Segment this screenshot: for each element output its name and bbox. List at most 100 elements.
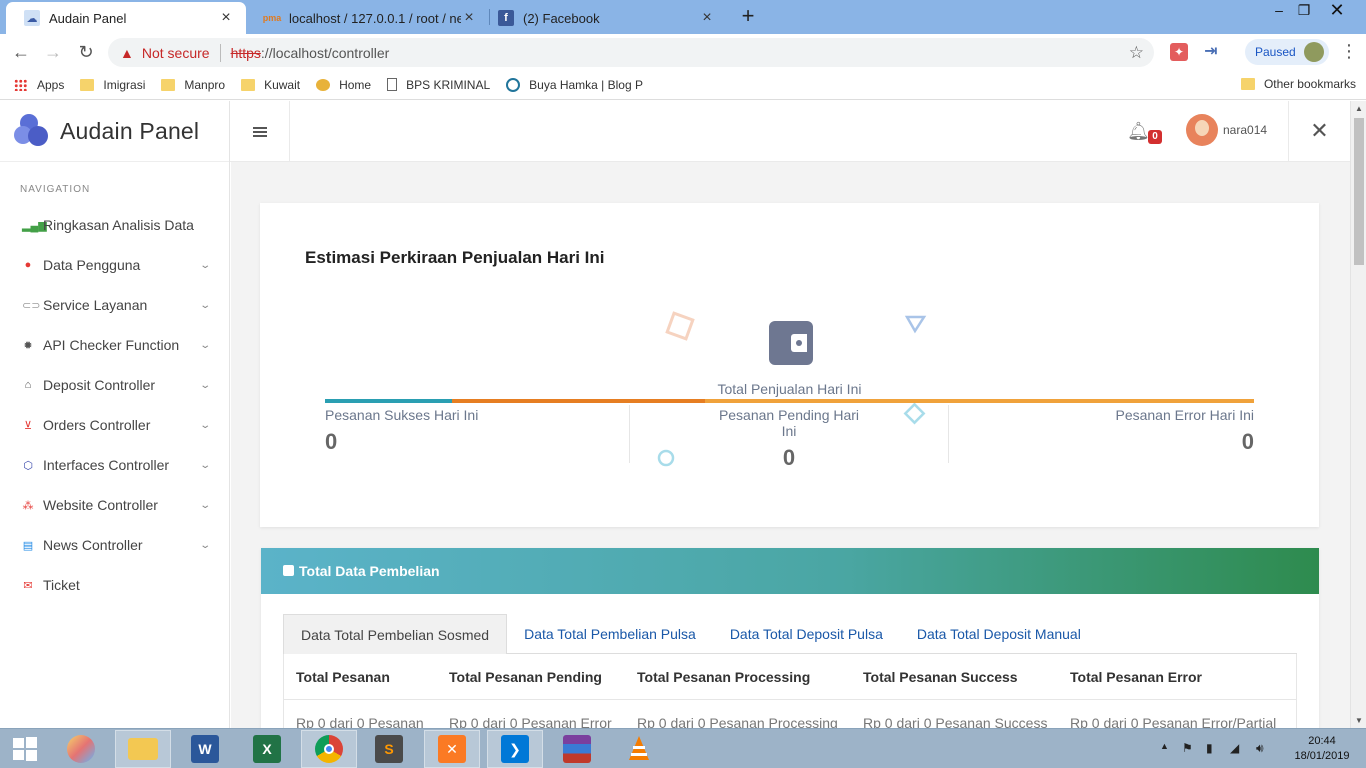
other-bookmarks[interactable]: Other bookmarks: [1240, 77, 1356, 91]
wallet-icon: [769, 321, 813, 365]
vlc-icon[interactable]: [611, 730, 667, 768]
excel-icon[interactable]: X: [239, 730, 295, 768]
page-icon: [387, 78, 398, 91]
chevron-down-icon: ⌄: [198, 339, 211, 351]
start-icon[interactable]: [0, 730, 50, 768]
app-header: 🔔︎ 0 nara014 ✕: [230, 101, 1350, 162]
bookmark-kuwait[interactable]: Kuwait: [241, 78, 300, 92]
sidebar-item-website-controller[interactable]: ⁂ Website Controller ⌄: [0, 485, 229, 525]
sidebar-item-ticket[interactable]: ✉ Ticket: [0, 565, 229, 605]
word-icon[interactable]: W: [177, 730, 233, 768]
summary-title: Estimasi Perkiraan Penjualan Hari Ini: [305, 248, 605, 267]
close-tab-icon[interactable]: ×: [218, 9, 234, 27]
network-signal-icon[interactable]: ◢: [1230, 741, 1239, 755]
profile-paused-button[interactable]: Paused: [1245, 39, 1329, 65]
sidebar-item-ringkasan-analisis-data[interactable]: ▂▄▆ Ringkasan Analisis Data: [0, 205, 229, 245]
tab-deposit-manual[interactable]: Data Total Deposit Manual: [900, 614, 1098, 654]
bank-icon: ⌂: [24, 379, 32, 391]
tab-pembelian-sosmed[interactable]: Data Total Pembelian Sosmed: [283, 614, 508, 654]
file-explorer-icon[interactable]: [115, 730, 171, 768]
bookmark-apps[interactable]: Apps: [14, 78, 64, 92]
bookmark-label: Apps: [37, 77, 65, 92]
stat-label: Pesanan Sukses Hari Ini: [325, 407, 479, 423]
back-arrow-icon[interactable]: ←: [9, 40, 33, 64]
send-extension-icon[interactable]: ⇥: [1202, 43, 1220, 61]
extension-icon[interactable]: ✦: [1170, 43, 1188, 61]
bookmark-home[interactable]: Home: [316, 78, 371, 92]
sidebar: Audain Panel NAVIGATION ▂▄▆ Ringkasan Ana…: [0, 101, 230, 728]
close-icon[interactable]: ✕: [1288, 101, 1350, 162]
address-bar[interactable]: ▲ Not secure https://localhost/controlle…: [108, 38, 1154, 67]
sublime-text-icon[interactable]: S: [361, 730, 417, 768]
bookmark-manpro[interactable]: Manpro: [161, 78, 225, 92]
bell-icon[interactable]: 🔔︎: [1127, 121, 1150, 142]
action-center-flag-icon[interactable]: ⚑: [1182, 741, 1193, 755]
other-bookmarks-label: Other bookmarks: [1263, 77, 1356, 91]
bookmark-buya-hamka[interactable]: Buya Hamka | Blog P: [506, 77, 643, 92]
stat-value: 0: [325, 429, 338, 454]
battery-icon[interactable]: ▮: [1206, 741, 1213, 755]
apps-grid-icon: [14, 78, 28, 91]
sales-progress-bar: [325, 399, 1254, 403]
page-scrollbar[interactable]: ▲ ▼: [1350, 101, 1366, 728]
bookmark-imigrasi[interactable]: Imigrasi: [80, 78, 145, 92]
menu-toggle-icon[interactable]: [230, 101, 290, 162]
bookmark-label: Imigrasi: [103, 77, 146, 92]
paint-icon[interactable]: [53, 730, 109, 768]
audain-favicon-icon: ☁: [24, 10, 40, 26]
purchases-tabs: Data Total Pembelian Sosmed Data Total P…: [283, 614, 1297, 654]
brand-logo-icon: [14, 114, 48, 148]
close-window-button[interactable]: ✕: [1320, 0, 1354, 22]
scroll-down-arrow-icon[interactable]: ▼: [1355, 716, 1363, 725]
volume-icon[interactable]: 🔊︎: [1256, 741, 1264, 756]
stat-pending: Pesanan Pending Hari Ini 0: [710, 407, 868, 471]
sidebar-item-label: Data Pengguna: [43, 257, 141, 273]
decorative-circle-icon: [657, 449, 675, 467]
show-hidden-icons-icon[interactable]: ▲: [1160, 741, 1169, 751]
browser-tab-facebook[interactable]: f (2) Facebook ×: [480, 2, 727, 34]
scroll-up-arrow-icon[interactable]: ▲: [1355, 104, 1363, 113]
table-cell: Rp 0 dari 0 Pesanan: [296, 714, 424, 729]
restore-window-button[interactable]: ❐: [1287, 0, 1321, 22]
sidebar-item-data-pengguna[interactable]: ● Data Pengguna ⌄: [0, 245, 229, 285]
close-tab-icon[interactable]: ×: [461, 9, 477, 27]
brand[interactable]: Audain Panel: [0, 101, 229, 162]
purchases-title: Total Data Pembelian: [299, 563, 440, 579]
browser-menu-icon[interactable]: ⋮: [1340, 41, 1358, 62]
winrar-icon[interactable]: [549, 730, 605, 768]
chrome-icon[interactable]: [301, 730, 357, 768]
tab-deposit-pulsa[interactable]: Data Total Deposit Pulsa: [713, 614, 900, 654]
sidebar-item-deposit-controller[interactable]: ⌂ Deposit Controller ⌄: [0, 365, 229, 405]
decorative-triangle-icon: [904, 315, 927, 334]
forward-arrow-icon[interactable]: →: [41, 40, 65, 64]
reload-icon[interactable]: ↻: [74, 40, 98, 64]
username[interactable]: nara014: [1223, 123, 1267, 137]
vscode-icon[interactable]: ❯: [487, 730, 543, 768]
sidebar-item-service-layanan[interactable]: ⊂⊃ Service Layanan ⌄: [0, 285, 229, 325]
not-secure-label[interactable]: Not secure: [142, 45, 210, 61]
sidebar-item-orders-controller[interactable]: ⊻ Orders Controller ⌄: [0, 405, 229, 445]
stat-label: Pesanan Error Hari Ini: [1115, 407, 1254, 423]
table-header-cell: Total Pesanan Pending: [449, 668, 602, 685]
system-clock[interactable]: 20:44 18/01/2019: [1282, 734, 1362, 764]
bookmark-star-icon[interactable]: ☆: [1129, 43, 1144, 63]
tab-pembelian-pulsa[interactable]: Data Total Pembelian Pulsa: [507, 614, 713, 654]
browser-tab-audain-panel[interactable]: ☁ Audain Panel ×: [6, 2, 246, 34]
decorative-diamond-icon: [903, 402, 926, 425]
sidebar-item-interfaces-controller[interactable]: ⬡ Interfaces Controller ⌄: [0, 445, 229, 485]
new-tab-button[interactable]: +: [737, 4, 759, 30]
envelope-icon: ✉: [23, 579, 33, 592]
sidebar-item-api-checker-function[interactable]: ✹ API Checker Function ⌄: [0, 325, 229, 365]
xampp-icon[interactable]: ✕: [424, 730, 480, 768]
bookmark-bps-kriminal[interactable]: BPS KRIMINAL: [387, 78, 490, 92]
folder-icon: [80, 78, 95, 91]
avatar[interactable]: [1186, 114, 1218, 146]
browser-tab-phpmyadmin[interactable]: pma localhost / 127.0.0.1 / root / new ×: [246, 2, 489, 34]
scrollbar-thumb[interactable]: [1354, 118, 1364, 265]
sidebar-item-news-controller[interactable]: ▤ News Controller ⌄: [0, 525, 229, 565]
decorative-square-icon: [665, 311, 695, 341]
sales-summary-card: Estimasi Perkiraan Penjualan Hari Ini To…: [260, 203, 1319, 527]
table-header-cell: Total Pesanan: [296, 668, 390, 685]
close-tab-icon[interactable]: ×: [699, 9, 715, 27]
stat-divider: [948, 405, 949, 463]
